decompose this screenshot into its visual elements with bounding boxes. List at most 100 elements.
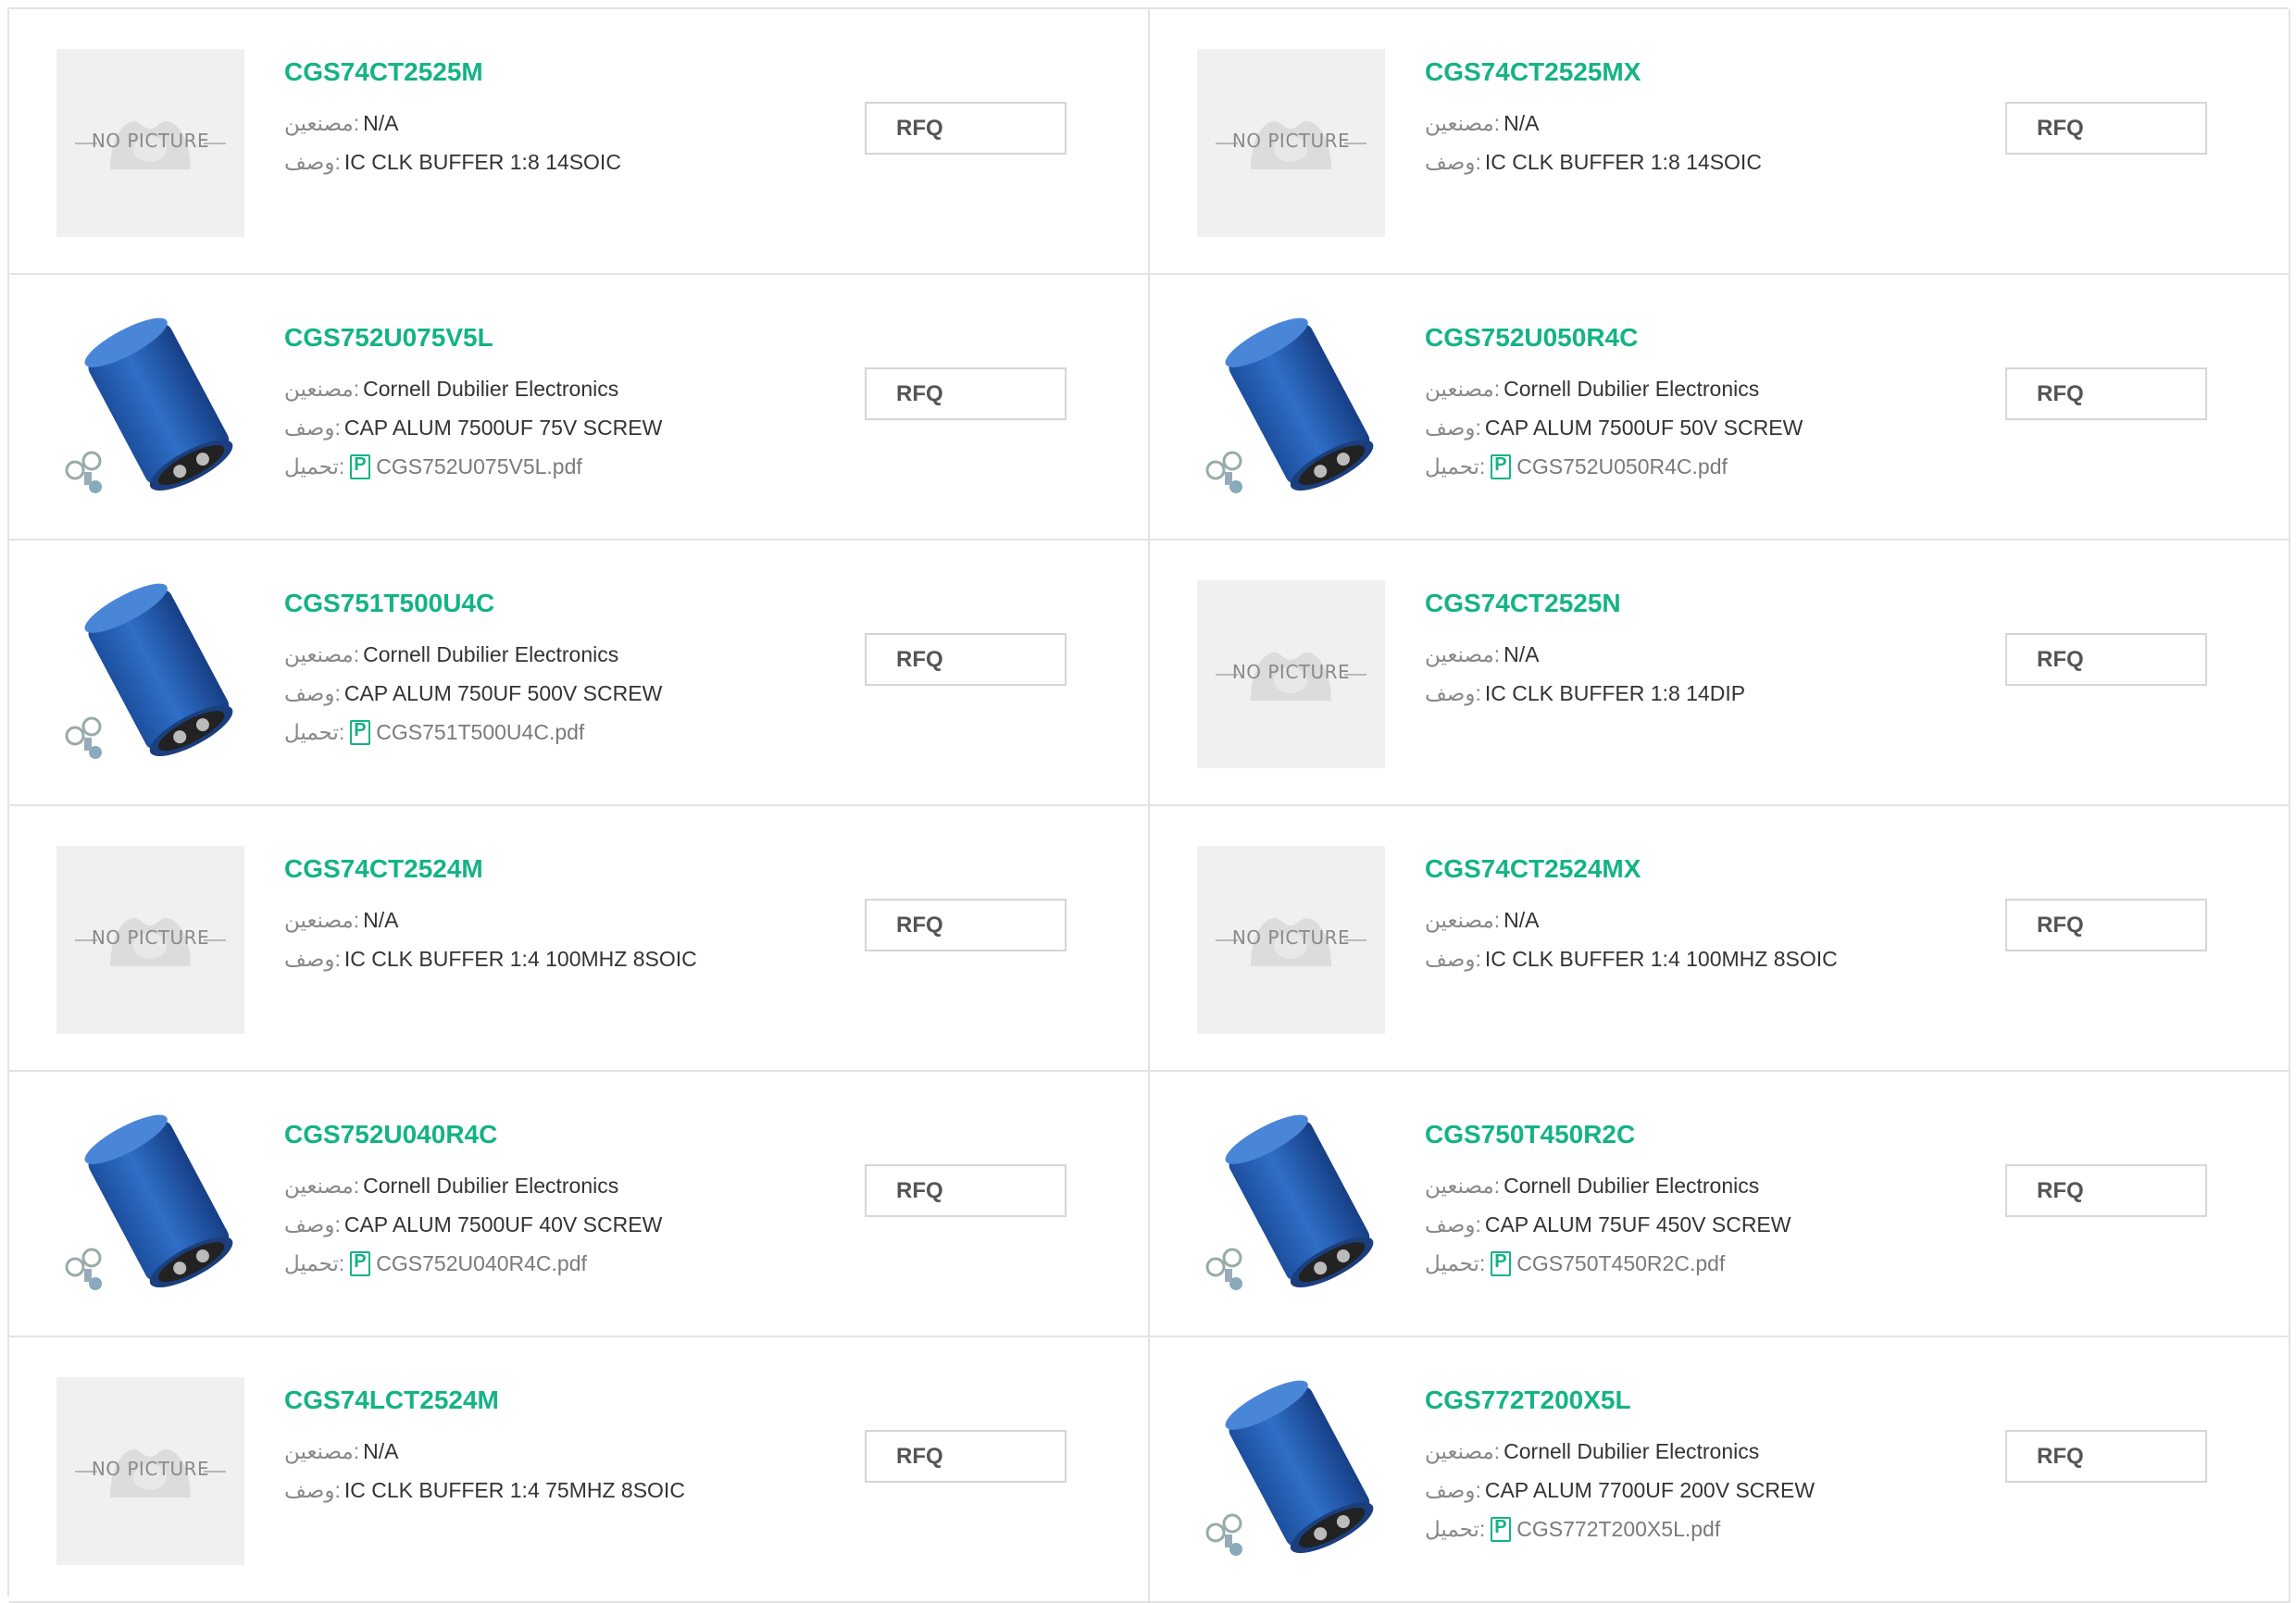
pdf-icon[interactable] (350, 720, 371, 745)
rfq-button[interactable]: RFQ (865, 899, 1067, 951)
manufacturer-value: Cornell Dubilier Electronics (1504, 1439, 1760, 1463)
pdf-icon[interactable] (1491, 454, 1512, 479)
pdf-icon[interactable] (350, 454, 371, 479)
manufacturer-value: Cornell Dubilier Electronics (363, 1174, 619, 1198)
manufacturer-value: N/A (363, 908, 399, 932)
no-picture-text: NO PICTURE (1231, 661, 1351, 683)
product-thumbnail[interactable] (56, 315, 244, 503)
manufacturer-value: Cornell Dubilier Electronics (1504, 377, 1760, 401)
part-number-link[interactable]: CGS74CT2525N (1425, 589, 1621, 618)
product-card-9: CGS752U040R4C مصنعين: Cornell Dubilier E… (9, 1072, 1150, 1337)
manufacturer-label: مصنعين: (284, 1174, 360, 1198)
manufacturer-label: مصنعين: (284, 1439, 360, 1463)
description-value: IC CLK BUFFER 1:4 100MHZ 8SOIC (1484, 947, 1838, 971)
part-number-link[interactable]: CGS74CT2525MX (1425, 57, 1641, 87)
no-picture-placeholder: NO PICTURE (56, 49, 244, 237)
datasheet-link[interactable]: CGS751T500U4C.pdf (376, 720, 584, 745)
rfq-button[interactable]: RFQ (865, 367, 1067, 420)
product-thumbnail[interactable] (56, 1112, 244, 1299)
description-value: IC CLK BUFFER 1:4 100MHZ 8SOIC (343, 947, 697, 971)
rfq-button[interactable]: RFQ (2005, 367, 2207, 420)
product-thumbnail[interactable]: NO PICTURE (56, 846, 244, 1034)
part-number-link[interactable]: CGS752U040R4C (284, 1120, 497, 1149)
description-value: IC CLK BUFFER 1:8 14DIP (1484, 681, 1746, 705)
download-row: تحميل: CGS772T200X5L.pdf (1425, 1517, 1720, 1542)
description-value: CAP ALUM 75UF 450V SCREW (1484, 1212, 1791, 1236)
pdf-icon[interactable] (1491, 1251, 1512, 1276)
part-number-link[interactable]: CGS752U075V5L (284, 323, 493, 353)
rfq-button[interactable]: RFQ (2005, 899, 2207, 951)
description-value: CAP ALUM 7500UF 50V SCREW (1484, 416, 1803, 440)
product-card-11: NO PICTURE CGS74LCT2524M مصنعين: N/A وصف… (9, 1337, 1150, 1603)
datasheet-link[interactable]: CGS752U040R4C.pdf (376, 1251, 587, 1276)
download-label: تحميل: (284, 1251, 345, 1275)
rfq-button[interactable]: RFQ (865, 633, 1067, 686)
part-number-link[interactable]: CGS751T500U4C (284, 589, 494, 618)
description-value: IC CLK BUFFER 1:8 14SOIC (343, 150, 621, 174)
capacitor-image (65, 317, 233, 493)
datasheet-link[interactable]: CGS750T450R2C.pdf (1516, 1251, 1725, 1276)
part-number-link[interactable]: CGS752U050R4C (1425, 323, 1638, 353)
description-row: وصف: CAP ALUM 7700UF 200V SCREW (1425, 1478, 1815, 1503)
datasheet-link[interactable]: CGS752U075V5L.pdf (376, 454, 582, 479)
description-label: وصف: (1425, 1478, 1481, 1502)
description-row: وصف: CAP ALUM 7500UF 50V SCREW (1425, 416, 1803, 441)
product-thumbnail[interactable]: NO PICTURE (1197, 49, 1385, 237)
part-number-link[interactable]: CGS74CT2524MX (1425, 854, 1641, 884)
product-thumbnail[interactable]: NO PICTURE (1197, 846, 1385, 1034)
rfq-button[interactable]: RFQ (865, 102, 1067, 155)
part-number-link[interactable]: CGS750T450R2C (1425, 1120, 1635, 1149)
no-picture-text: NO PICTURE (91, 1458, 210, 1480)
manufacturer-label: مصنعين: (1425, 642, 1501, 666)
product-card-10: CGS750T450R2C مصنعين: Cornell Dubilier E… (1150, 1072, 2290, 1337)
rfq-button[interactable]: RFQ (865, 1430, 1067, 1483)
no-picture-placeholder: NO PICTURE (1197, 49, 1385, 237)
manufacturer-label: مصنعين: (1425, 111, 1501, 135)
pdf-icon[interactable] (350, 1251, 371, 1276)
datasheet-link[interactable]: CGS752U050R4C.pdf (1516, 454, 1728, 479)
product-thumbnail[interactable] (1197, 1377, 1385, 1565)
product-thumbnail[interactable] (56, 580, 244, 768)
pdf-icon[interactable] (1491, 1517, 1512, 1542)
rfq-button[interactable]: RFQ (2005, 1430, 2207, 1483)
rfq-button[interactable]: RFQ (2005, 1164, 2207, 1217)
rfq-button[interactable]: RFQ (2005, 633, 2207, 686)
product-thumbnail[interactable]: NO PICTURE (56, 1377, 244, 1565)
product-thumbnail[interactable] (1197, 315, 1385, 503)
description-row: وصف: CAP ALUM 7500UF 75V SCREW (284, 416, 662, 441)
part-number-link[interactable]: CGS772T200X5L (1425, 1386, 1631, 1415)
download-row: تحميل: CGS752U050R4C.pdf (1425, 454, 1728, 479)
product-card-5: CGS751T500U4C مصنعين: Cornell Dubilier E… (9, 541, 1150, 806)
capacitor-image (65, 1114, 233, 1290)
manufacturer-row: مصنعين: Cornell Dubilier Electronics (284, 377, 618, 402)
manufacturer-row: مصنعين: N/A (1425, 111, 1539, 136)
part-number-link[interactable]: CGS74CT2525M (284, 57, 483, 87)
product-thumbnail[interactable]: NO PICTURE (1197, 580, 1385, 768)
capacitor-image (65, 583, 233, 759)
datasheet-link[interactable]: CGS772T200X5L.pdf (1516, 1517, 1720, 1542)
description-label: وصف: (284, 1478, 341, 1502)
no-picture-text: NO PICTURE (1231, 926, 1351, 949)
product-grid: NO PICTURE CGS74CT2525M مصنعين: N/A وصف:… (7, 7, 2290, 1603)
rfq-button[interactable]: RFQ (2005, 102, 2207, 155)
manufacturer-label: مصنعين: (284, 642, 360, 666)
manufacturer-row: مصنعين: Cornell Dubilier Electronics (1425, 1439, 1759, 1464)
rfq-button[interactable]: RFQ (865, 1164, 1067, 1217)
manufacturer-label: مصنعين: (1425, 1439, 1501, 1463)
manufacturer-label: مصنعين: (284, 111, 360, 135)
product-thumbnail[interactable]: NO PICTURE (56, 49, 244, 237)
no-picture-text: NO PICTURE (91, 130, 210, 152)
download-label: تحميل: (284, 454, 345, 478)
download-label: تحميل: (1425, 1251, 1486, 1275)
description-label: وصف: (284, 150, 341, 174)
manufacturer-value: N/A (363, 111, 399, 135)
manufacturer-value: N/A (363, 1439, 399, 1463)
download-row: تحميل: CGS750T450R2C.pdf (1425, 1251, 1725, 1276)
manufacturer-label: مصنعين: (1425, 1174, 1501, 1198)
product-thumbnail[interactable] (1197, 1112, 1385, 1299)
part-number-link[interactable]: CGS74CT2524M (284, 854, 483, 884)
description-row: وصف: CAP ALUM 7500UF 40V SCREW (284, 1212, 662, 1237)
part-number-link[interactable]: CGS74LCT2524M (284, 1386, 499, 1415)
download-row: تحميل: CGS751T500U4C.pdf (284, 720, 584, 745)
description-label: وصف: (1425, 681, 1481, 705)
